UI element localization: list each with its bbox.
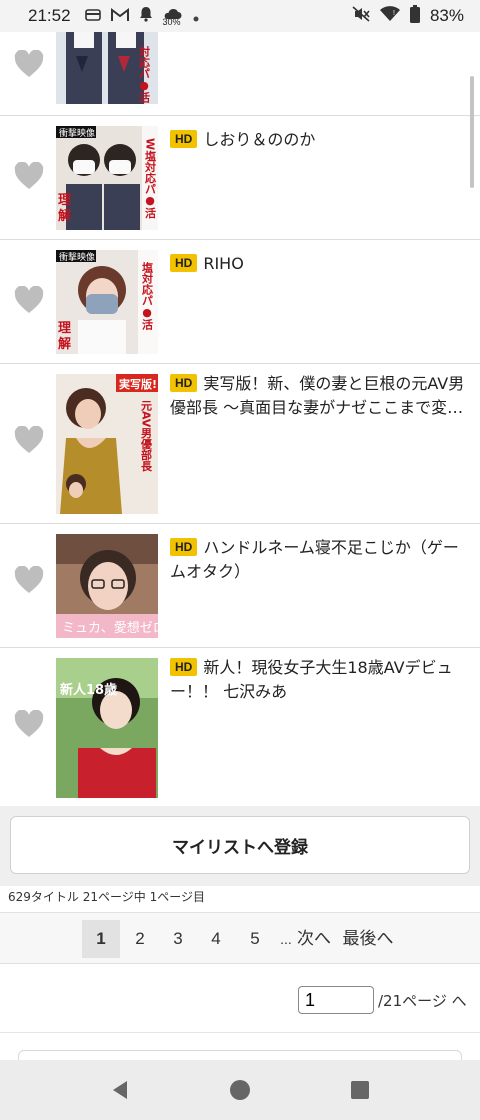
- item-thumbnail[interactable]: 衝撃映像 W塩対応パ●活 理 解: [56, 126, 158, 230]
- recents-button[interactable]: [340, 1070, 380, 1110]
- mylist-section: マイリストへ登録: [0, 806, 480, 886]
- item-thumbnail[interactable]: ミュカ、愛想ゼロ: [56, 534, 158, 638]
- svg-text:理: 理: [58, 321, 71, 336]
- thumb-caption: W塩対応パ●活: [144, 138, 158, 219]
- heart-icon[interactable]: [14, 565, 44, 594]
- thumb-caption: 新人18歳: [60, 682, 117, 698]
- page-jump-suffix[interactable]: /21ページ へ: [378, 990, 467, 1011]
- heart-icon[interactable]: [14, 709, 44, 738]
- heart-icon[interactable]: [14, 285, 44, 314]
- svg-text:実写版!: 実写版!: [119, 377, 157, 391]
- list-item[interactable]: 新人18歳 HD 新人！現役女子大生18歳AVデビュー！！ 七沢みあ: [0, 648, 480, 808]
- page-link-current[interactable]: 1: [82, 920, 120, 958]
- scrollbar[interactable]: [470, 76, 474, 188]
- last-page-link[interactable]: 最後へ: [340, 920, 396, 958]
- list-item[interactable]: 実写版! 元AV男優部長 HD 実写版！新、僕の妻と巨根の元AV男優部長 〜真面目…: [0, 364, 480, 524]
- page-link[interactable]: 2: [126, 920, 154, 958]
- item-title-text: RIHO: [203, 254, 244, 273]
- thumb-caption: ミュカ、愛想ゼロ: [62, 620, 158, 636]
- battery-percent: 83%: [429, 6, 464, 25]
- hd-badge: HD: [170, 254, 198, 272]
- hd-badge: HD: [170, 658, 198, 676]
- add-to-mylist-button[interactable]: マイリストへ登録: [10, 816, 470, 874]
- content-scroll-area[interactable]: 対応パ●活 衝撃映像 W塩対応パ●活 理 解 HD しおり＆ののか 衝撃映像 塩…: [0, 32, 480, 1060]
- item-title-text: 新人！現役女子大生18歳AVデビュー！！ 七沢みあ: [170, 658, 453, 701]
- item-title-text: ハンドルネーム寝不足こじか（ゲームオタク）: [170, 538, 459, 581]
- item-thumbnail[interactable]: 対応パ●活: [56, 32, 158, 104]
- item-thumbnail[interactable]: 衝撃映像 塩対応パ●活 理 解: [56, 250, 158, 354]
- navigation-bar: [0, 1060, 480, 1120]
- weather-icon: 30%: [163, 5, 183, 27]
- item-title-text: 実写版！新、僕の妻と巨根の元AV男優部長 〜真面目な妻がナゼここまで変えら...: [170, 374, 465, 417]
- heart-icon[interactable]: [14, 161, 44, 190]
- dot-icon: [193, 7, 199, 26]
- next-page-link[interactable]: 次へ: [296, 920, 332, 958]
- page-jump: /21ページ へ: [0, 964, 480, 1034]
- page-link[interactable]: 3: [164, 920, 192, 958]
- svg-text:理: 理: [58, 193, 71, 208]
- divider: [0, 1032, 480, 1033]
- notification-icons: 30%: [84, 5, 199, 27]
- item-title[interactable]: HD実写版！新、僕の妻と巨根の元AV男優部長 〜真面目な妻がナゼここまで変えら.…: [170, 372, 470, 420]
- thumb-caption: 塩対応パ●活: [141, 261, 155, 331]
- item-title[interactable]: HD 新人！現役女子大生18歳AVデビュー！！ 七沢みあ: [170, 656, 470, 704]
- recents-square-icon: [351, 1081, 369, 1099]
- hd-badge: HD: [170, 374, 198, 392]
- thumb-caption: 元AV男優部長: [140, 400, 154, 472]
- status-time: 21:52: [28, 6, 71, 25]
- weather-percent: 30%: [162, 17, 181, 27]
- svg-text:!: !: [393, 10, 395, 17]
- item-thumbnail[interactable]: 実写版! 元AV男優部長: [56, 374, 158, 514]
- page-link[interactable]: 4: [202, 920, 230, 958]
- list-item[interactable]: 衝撃映像 塩対応パ●活 理 解 HD RIHO: [0, 240, 480, 364]
- wallet-icon: [84, 7, 101, 26]
- hd-badge: HD: [170, 538, 198, 556]
- mute-icon: [352, 6, 370, 26]
- list-item[interactable]: 衝撃映像 W塩対応パ●活 理 解 HD しおり＆ののか: [0, 116, 480, 240]
- battery-icon: [409, 5, 420, 27]
- page-ellipsis: ...: [280, 931, 292, 947]
- wifi-icon: !: [379, 6, 400, 26]
- page-number-input[interactable]: [298, 986, 374, 1014]
- item-title-text: しおり＆ののか: [203, 130, 316, 149]
- thumb-caption: 対応パ●活: [138, 45, 152, 104]
- heart-icon[interactable]: [14, 49, 44, 78]
- back-triangle-icon: [113, 1081, 127, 1099]
- home-button[interactable]: [220, 1070, 260, 1110]
- page-link[interactable]: 5: [241, 920, 269, 958]
- item-title[interactable]: HD しおり＆ののか: [170, 128, 470, 152]
- heart-icon[interactable]: [14, 425, 44, 454]
- hd-badge: HD: [170, 130, 198, 148]
- list-item[interactable]: ミュカ、愛想ゼロ HD ハンドルネーム寝不足こじか（ゲームオタク）: [0, 524, 480, 648]
- bell-icon: [139, 6, 153, 26]
- item-title[interactable]: HD ハンドルネーム寝不足こじか（ゲームオタク）: [170, 536, 470, 584]
- svg-text:解: 解: [57, 208, 71, 224]
- result-count: 629タイトル 21ページ中 1ページ目: [8, 890, 205, 904]
- next-section-card[interactable]: [18, 1050, 462, 1060]
- svg-text:衝撃映像: 衝撃映像: [59, 251, 95, 263]
- status-bar: 21:52 30% ! 83%: [0, 0, 480, 32]
- gmail-icon: [110, 7, 129, 26]
- item-title[interactable]: HD RIHO: [170, 252, 470, 276]
- list-item[interactable]: 対応パ●活: [0, 32, 480, 116]
- item-thumbnail[interactable]: 新人18歳: [56, 658, 158, 798]
- svg-text:解: 解: [57, 336, 71, 352]
- pagination: 1 2 3 4 5 ... 次へ 最後へ: [0, 912, 480, 964]
- svg-text:衝撃映像: 衝撃映像: [59, 127, 95, 139]
- home-circle-icon: [230, 1080, 250, 1100]
- back-button[interactable]: [100, 1070, 140, 1110]
